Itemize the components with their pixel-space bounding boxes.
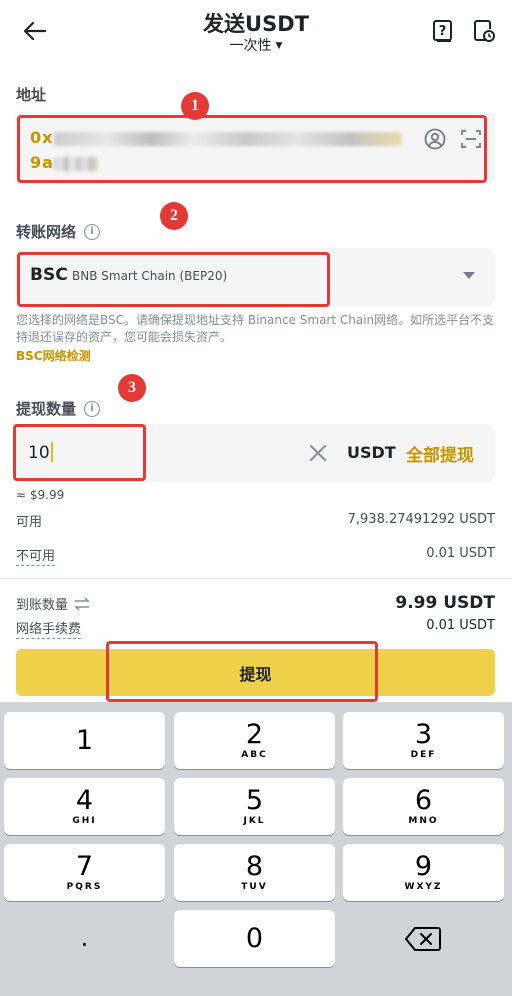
info-icon[interactable]: i	[84, 400, 101, 417]
swap-icon[interactable]	[74, 596, 90, 611]
header: 发送USDT 一次性 ▼ ?	[0, 0, 512, 64]
annotation-box-address	[17, 115, 487, 183]
svg-text:?: ?	[439, 24, 447, 39]
key-3[interactable]: 3 DEF	[343, 712, 504, 769]
annotation-box-withdraw	[106, 641, 378, 702]
numeric-keyboard: 1 2 ABC 3 DEF 4 GHI 5 JKL 6 MNO 7 PQRS 8 TUV 9W…	[0, 702, 512, 996]
help-icon[interactable]: ?	[430, 18, 456, 44]
receive-amount-value: 9.99 USDT	[395, 593, 495, 613]
key-5[interactable]: 5 JKL	[174, 778, 335, 835]
backspace-icon	[405, 927, 441, 951]
address-label: 地址	[16, 86, 47, 104]
annotation-badge-3: 3	[118, 374, 146, 402]
key-6[interactable]: 6 MNO	[343, 778, 504, 835]
history-icon[interactable]	[471, 18, 497, 44]
withdraw-all-button[interactable]: 全部提现	[406, 441, 474, 466]
network-label: 转账网络 i	[16, 221, 101, 242]
key-4[interactable]: 4 GHI	[4, 778, 165, 835]
annotation-box-network	[17, 252, 330, 307]
key-0[interactable]: 0	[174, 910, 335, 967]
available-value: 7,938.27491292 USDT	[347, 512, 495, 527]
key-8[interactable]: 8 TUV	[174, 844, 335, 901]
network-note: 您选择的网络是BSC。请确保提现地址支持 Binance Smart Chain…	[16, 313, 495, 344]
key-1[interactable]: 1	[4, 712, 165, 769]
network-fee-label[interactable]: 网络手续费	[16, 618, 82, 639]
unavailable-label[interactable]: 不可用	[16, 545, 56, 566]
key-9[interactable]: 9 WXYZ	[343, 844, 504, 901]
key-backspace[interactable]	[343, 910, 504, 967]
annotation-box-amount	[13, 424, 146, 481]
info-icon[interactable]: i	[84, 223, 101, 240]
amount-label: 提现数量 i	[16, 398, 101, 419]
annotation-badge-2: 2	[160, 202, 188, 230]
network-check-link[interactable]: BSC网络检测	[16, 347, 91, 364]
amount-approx: ≈ $9.99	[16, 488, 65, 502]
available-label: 可用	[16, 515, 43, 530]
clear-icon[interactable]	[308, 443, 328, 463]
mode-label: 一次性	[229, 38, 272, 54]
key-7[interactable]: 7 PQRS	[4, 844, 165, 901]
annotation-badge-1: 1	[181, 92, 209, 120]
caret-down-icon	[463, 272, 475, 279]
network-fee-value: 0.01 USDT	[426, 618, 495, 633]
key-decimal[interactable]: .	[4, 910, 165, 967]
divider	[0, 578, 512, 579]
amount-unit: USDT	[347, 443, 396, 462]
caret-down-icon: ▼	[275, 41, 283, 51]
receive-amount-label: 到账数量	[16, 594, 90, 613]
key-2[interactable]: 2 ABC	[174, 712, 335, 769]
unavailable-value: 0.01 USDT	[426, 546, 495, 561]
